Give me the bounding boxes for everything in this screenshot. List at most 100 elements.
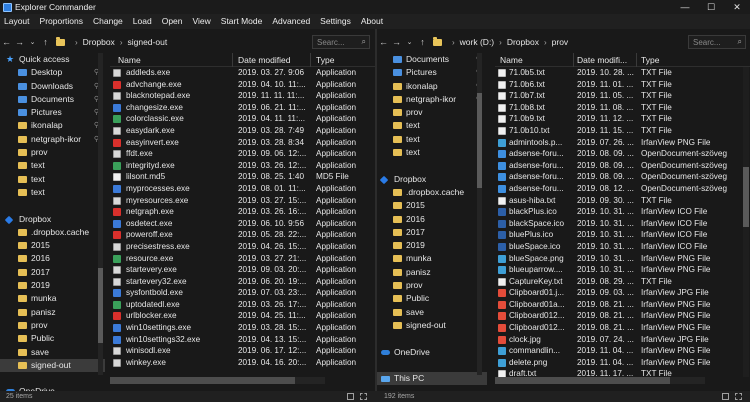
column-header-name[interactable]: Name bbox=[500, 55, 523, 65]
menu-change[interactable]: Change bbox=[89, 14, 127, 29]
file-row[interactable]: blackPlus.ico 2019. 10. 31. ... IrfanView … bbox=[495, 206, 750, 218]
large-icons-view-icon[interactable] bbox=[360, 393, 367, 400]
tree-item[interactable]: save bbox=[377, 306, 487, 319]
file-row[interactable]: adsense-foru... 2019. 08. 09. ... OpenDocu… bbox=[495, 148, 750, 160]
breadcrumb-signed-out[interactable]: signed-out bbox=[127, 37, 167, 47]
tree-item[interactable]: 2017 bbox=[377, 226, 487, 239]
tree-item[interactable]: signed-out bbox=[377, 319, 487, 332]
file-row[interactable]: bluePlus.ico 2019. 10. 31. ... IrfanView I… bbox=[495, 229, 750, 241]
recent-chevron-icon[interactable]: ⌄ bbox=[403, 38, 416, 46]
file-row[interactable]: commandlin... 2019. 11. 04. ... IrfanView … bbox=[495, 345, 750, 357]
up-arrow-icon[interactable]: ↑ bbox=[416, 37, 429, 47]
file-row[interactable]: blueSpace.png 2019. 10. 31. ... IrfanView … bbox=[495, 253, 750, 265]
tree-item[interactable]: text bbox=[0, 159, 105, 172]
forward-arrow-icon[interactable]: → bbox=[13, 37, 26, 47]
details-view-icon[interactable] bbox=[722, 393, 729, 400]
file-row[interactable]: easydark.exe 2019. 03. 28. 7:49 Applicatio… bbox=[110, 125, 375, 137]
minimize-button[interactable]: — bbox=[672, 0, 698, 14]
close-button[interactable]: ✕ bbox=[724, 0, 750, 14]
file-row[interactable]: 71.0b10.txt 2019. 11. 15. ... TXT File bbox=[495, 125, 750, 137]
tree-item[interactable]: text bbox=[0, 186, 105, 199]
recent-chevron-icon[interactable]: ⌄ bbox=[26, 38, 39, 46]
tree-item[interactable]: Documents⚲ bbox=[0, 93, 105, 106]
tree-item[interactable]: 2016 bbox=[0, 252, 105, 265]
file-row[interactable]: netgraph.exe 2019. 03. 26. 16:... Applicat… bbox=[110, 206, 375, 218]
tree-item[interactable]: 2015 bbox=[0, 239, 105, 252]
breadcrumb-dropbox[interactable]: Dropbox bbox=[507, 37, 539, 47]
file-row[interactable]: addleds.exe 2019. 03. 27. 9:06 Application bbox=[110, 67, 375, 79]
back-arrow-icon[interactable]: ← bbox=[377, 37, 390, 47]
tree-item[interactable]: 2017 bbox=[0, 266, 105, 279]
column-header-type[interactable]: Type bbox=[641, 55, 659, 65]
tree-item[interactable]: 2016 bbox=[377, 213, 487, 226]
menu-load[interactable]: Load bbox=[129, 14, 156, 29]
file-row[interactable]: delete.png 2019. 11. 04. ... IrfanView PNG… bbox=[495, 357, 750, 369]
back-arrow-icon[interactable]: ← bbox=[0, 37, 13, 47]
forward-arrow-icon[interactable]: → bbox=[390, 37, 403, 47]
file-row[interactable]: urlblocker.exe 2019. 04. 25. 11:... Applic… bbox=[110, 310, 375, 322]
file-row[interactable]: Clipboard012... 2019. 08. 21. ... IrfanVie… bbox=[495, 322, 750, 334]
tree-scrollbar[interactable] bbox=[477, 53, 482, 375]
file-row[interactable]: lilsont.md5 2019. 08. 25. 1:40 MD5 File bbox=[110, 171, 375, 183]
tree-item[interactable]: .dropbox.cache bbox=[0, 226, 105, 239]
breadcrumb-work-drive[interactable]: work (D:) bbox=[460, 37, 494, 47]
file-row[interactable]: blueSpace.ico 2019. 10. 31. ... IrfanView … bbox=[495, 241, 750, 253]
tree-item[interactable]: Dropbox bbox=[377, 173, 487, 186]
file-row[interactable]: advchange.exe 2019. 04. 10. 11:... Applica… bbox=[110, 79, 375, 91]
file-row[interactable]: adsense-foru... 2019. 08. 09. ... OpenDocu… bbox=[495, 160, 750, 172]
tree-item[interactable]: Desktop ⚲ bbox=[0, 66, 105, 79]
maximize-button[interactable]: ☐ bbox=[698, 0, 724, 14]
tree-item[interactable]: munka bbox=[377, 252, 487, 265]
tree-scrollbar[interactable] bbox=[98, 53, 103, 375]
tree-item[interactable]: netgraph-ikor⚲ bbox=[377, 93, 487, 106]
file-row[interactable]: resource.exe 2019. 03. 27. 21:... Applicat… bbox=[110, 253, 375, 265]
file-row[interactable]: osdetect.exe 2019. 06. 10. 9:56 Applicatio… bbox=[110, 218, 375, 230]
tree-item[interactable]: signed-out bbox=[0, 358, 105, 373]
file-row[interactable]: myresources.exe 2019. 03. 27. 15:... Appli… bbox=[110, 195, 375, 207]
column-header-name[interactable]: Name bbox=[118, 55, 141, 65]
tree-item[interactable]: Downloads ⚲ bbox=[0, 80, 105, 93]
file-row[interactable]: winkey.exe 2019. 04. 16. 20:... Applicatio… bbox=[110, 357, 375, 369]
file-row[interactable]: 71.0b6.txt 2019. 11. 01. ... TXT File bbox=[495, 79, 750, 91]
file-row[interactable]: easyinvert.exe 2019. 03. 28. 8:34 Applicat… bbox=[110, 137, 375, 149]
column-header-date[interactable]: Date modified bbox=[238, 55, 290, 65]
tree-item[interactable]: text bbox=[377, 146, 487, 159]
large-icons-view-icon[interactable] bbox=[735, 393, 742, 400]
file-row[interactable]: win10settings.exe 2019. 03. 28. 15:... App… bbox=[110, 322, 375, 334]
tree-item[interactable]: 2019 bbox=[377, 239, 487, 252]
tree-item[interactable]: ★ Quick access bbox=[0, 53, 105, 66]
vertical-scrollbar[interactable] bbox=[743, 67, 749, 377]
file-row[interactable]: poweroff.exe 2019. 05. 28. 22:... Applicat… bbox=[110, 229, 375, 241]
tree-item[interactable]: prov bbox=[377, 279, 487, 292]
tree-item[interactable]: prov bbox=[0, 146, 105, 159]
menu-layout[interactable]: Layout bbox=[0, 14, 34, 29]
breadcrumb-prov[interactable]: prov bbox=[552, 37, 569, 47]
file-row[interactable]: ffdt.exe 2019. 09. 06. 12:... Application bbox=[110, 148, 375, 160]
tree-item[interactable]: ikonalap⚲ bbox=[377, 80, 487, 93]
tree-item[interactable]: This PC bbox=[377, 372, 487, 386]
file-row[interactable]: CaptureKey.txt 2019. 08. 29. ... TXT File bbox=[495, 276, 750, 288]
file-row[interactable]: precisestress.exe 2019. 04. 26. 15:... App… bbox=[110, 241, 375, 253]
file-row[interactable]: 71.0b5.txt 2019. 10. 28. ... TXT File bbox=[495, 67, 750, 79]
menu-proportions[interactable]: Proportions bbox=[36, 14, 87, 29]
menu-start-mode[interactable]: Start Mode bbox=[217, 14, 267, 29]
file-row[interactable]: adsense-foru... 2019. 08. 09. ... OpenDocu… bbox=[495, 171, 750, 183]
file-row[interactable]: startevery32.exe 2019. 06. 20. 19:... Appl… bbox=[110, 276, 375, 288]
menu-view[interactable]: View bbox=[189, 14, 215, 29]
tree-item[interactable]: text bbox=[377, 119, 487, 132]
tree-item[interactable]: Dropbox bbox=[0, 213, 105, 226]
file-row[interactable]: blacknotepad.exe 2019. 11. 11. 11:... Appl… bbox=[110, 90, 375, 102]
column-header-type[interactable]: Type bbox=[316, 55, 334, 65]
file-row[interactable]: integrityd.exe 2019. 03. 26. 12:... Applic… bbox=[110, 160, 375, 172]
file-row[interactable]: colorclassic.exe 2019. 04. 11. 11:... Appl… bbox=[110, 113, 375, 125]
file-row[interactable]: admintools.p... 2019. 07. 26. ... IrfanVie… bbox=[495, 137, 750, 149]
tree-item[interactable]: Pictures⚲ bbox=[0, 106, 105, 119]
file-row[interactable]: 71.0b8.txt 2019. 11. 08. ... TXT File bbox=[495, 102, 750, 114]
file-row[interactable]: 71.0b7.txt 2019. 11. 05. ... TXT File bbox=[495, 90, 750, 102]
tree-item[interactable]: save bbox=[0, 346, 105, 359]
tree-item[interactable]: .dropbox.cache bbox=[377, 186, 487, 199]
horizontal-scrollbar[interactable] bbox=[110, 377, 325, 384]
menu-open[interactable]: Open bbox=[158, 14, 187, 29]
tree-item[interactable]: Public bbox=[377, 292, 487, 305]
tree-item[interactable]: ikonalap⚲ bbox=[0, 119, 105, 132]
